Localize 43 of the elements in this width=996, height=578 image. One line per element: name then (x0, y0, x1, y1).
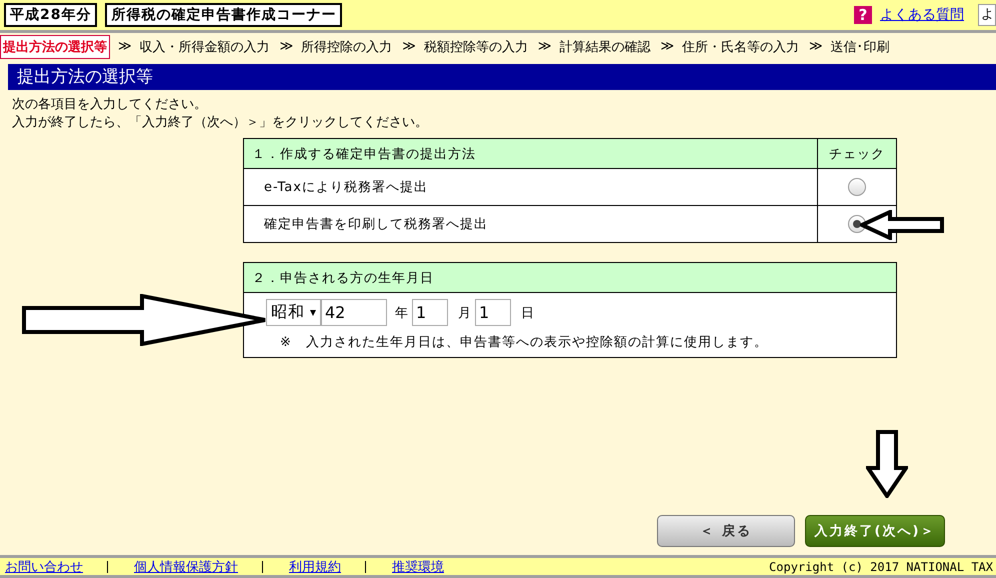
search-field[interactable]: よ (978, 4, 996, 26)
note-text: ※ 入力された生年月日は、申告書等への表示や控除額の計算に使用します。 (279, 334, 769, 352)
step-separator: ≫ (809, 39, 823, 54)
date-unit: 年 (395, 304, 409, 322)
date-input[interactable]: 42 (321, 299, 387, 326)
radio-button[interactable] (848, 178, 866, 196)
step-item: 計算結果の確認 (558, 38, 652, 56)
table-header: チェック (818, 138, 896, 168)
next-button[interactable]: 入力終了(次へ)＞ (805, 515, 945, 547)
date-input[interactable]: 1 (475, 299, 511, 326)
help-icon[interactable]: ? (854, 6, 872, 24)
arrow-drawing (866, 430, 908, 498)
step-separator: ≫ (660, 39, 674, 54)
option-label: e-Taxにより税務署へ提出 (244, 168, 818, 206)
step-separator: ≫ (402, 39, 416, 54)
faq-link[interactable]: よくある質問 (880, 6, 964, 24)
step-separator: ≫ (280, 39, 294, 54)
date-unit: 月 (458, 304, 472, 322)
copyright-text: Copyright (c) 2017 NATIONAL TAX (769, 560, 993, 574)
step-separator: ≫ (538, 39, 552, 54)
corner-title: 所得税の確定申告書作成コーナー (105, 3, 342, 27)
date-input[interactable]: 1 (412, 299, 448, 326)
radio-button[interactable] (848, 215, 866, 233)
year-badge: 平成28年分 (4, 3, 98, 27)
footer-link[interactable]: お問い合わせ (5, 558, 83, 576)
step-item: 収入・所得金額の入力 (138, 38, 271, 56)
step-item: 所得控除の入力 (300, 38, 394, 56)
date-unit: 日 (521, 304, 535, 322)
page-title: 提出方法の選択等 (8, 64, 996, 90)
footer-link[interactable]: 利用規約 (289, 558, 341, 576)
footer-link[interactable]: 個人情報保護方針 (134, 558, 238, 576)
option-label: 確定申告書を印刷して税務署へ提出 (244, 206, 818, 242)
table-header: ２．申告される方の生年月日 (244, 262, 896, 292)
instruction-text: 入力が終了したら、「入力終了（次へ）＞」をクリックしてください。 (12, 114, 429, 132)
table-header: １．作成する確定申告書の提出方法 (244, 138, 818, 168)
step-item: 提出方法の選択等 (0, 34, 110, 58)
step-separator: ≫ (118, 39, 132, 54)
step-item: 送信･印刷 (830, 38, 891, 56)
footer-link[interactable]: 推奨環境 (392, 558, 444, 576)
instruction-text: 次の各項目を入力してください。 (12, 96, 208, 114)
back-button[interactable]: ＜ 戻る (657, 515, 795, 547)
step-item: 税額控除等の入力 (422, 38, 529, 56)
step-item: 住所・氏名等の入力 (681, 38, 800, 56)
